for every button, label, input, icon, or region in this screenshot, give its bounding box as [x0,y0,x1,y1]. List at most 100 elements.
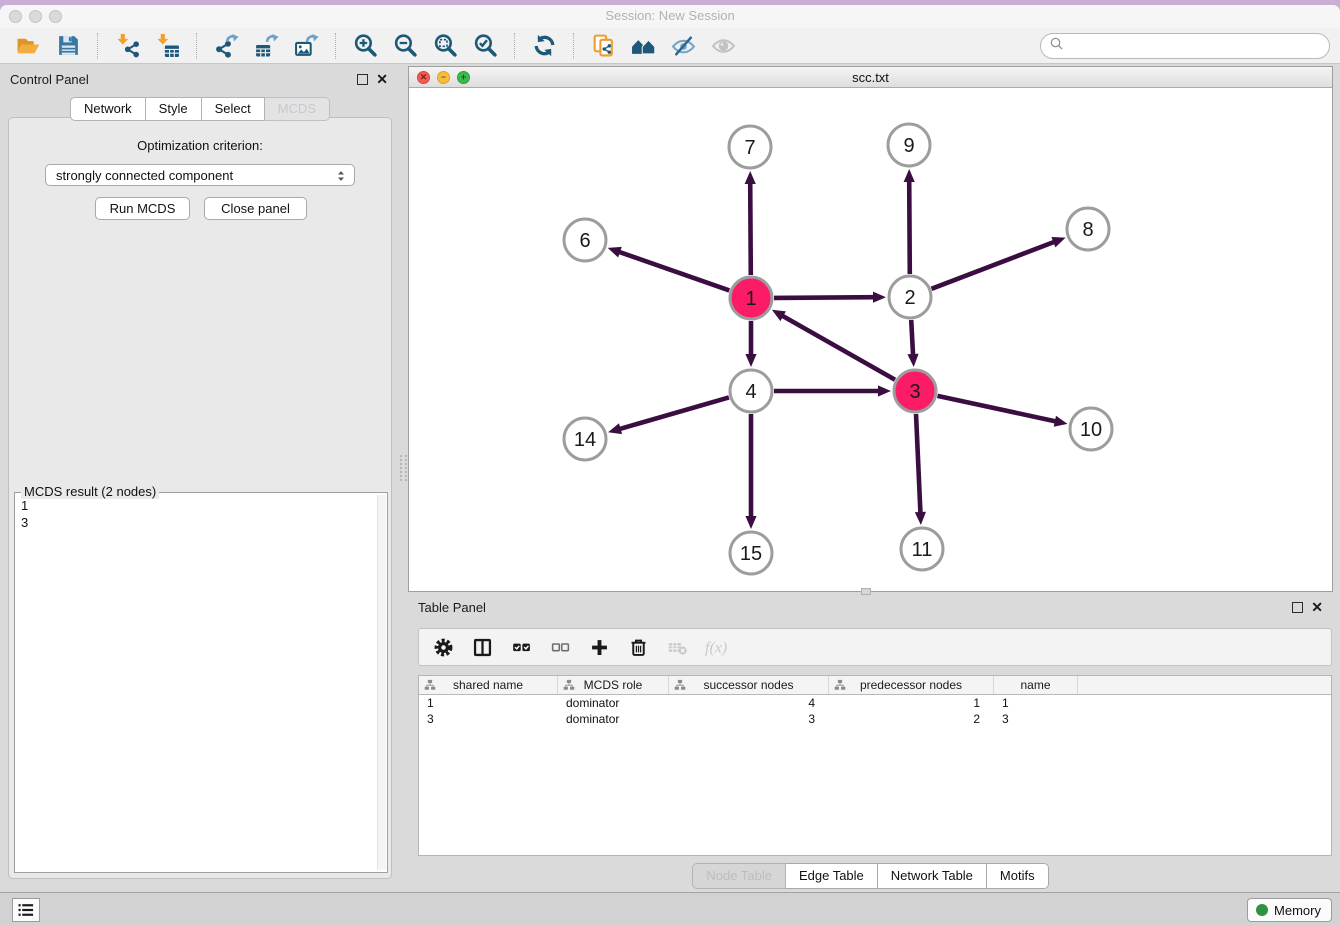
task-history-button[interactable] [12,898,40,922]
table-panel: Table Panel ✕ f(x) shared nameMCDS roles… [408,595,1333,888]
network-view-window: ✕ − + scc.txt 7968124314101511 [408,66,1333,592]
main-toolbar [0,28,1340,64]
run-mcds-button[interactable]: Run MCDS [95,197,190,220]
zoom-selected-icon[interactable] [465,30,505,62]
cell-MCDS-role[interactable]: dominator [558,711,669,727]
close-panel-button[interactable]: Close panel [204,197,307,220]
optimization-criterion-select[interactable]: strongly connected component [45,164,355,186]
mcds-result-box: MCDS result (2 nodes) 1 3 [14,492,388,873]
app-window: Session: New Session Control Panel ✕ Net… [0,5,1340,926]
column-header-name[interactable]: name [994,676,1078,694]
tab-select[interactable]: Select [202,97,265,121]
edge-2-3[interactable] [911,320,913,356]
edge-2-9[interactable] [909,180,910,274]
edge-arrow-4-15 [745,516,756,529]
table-settings-icon[interactable] [431,634,455,660]
mcds-result-scrollbar[interactable] [377,495,386,870]
mcds-result-text[interactable]: 1 3 [17,497,375,870]
cell-name[interactable]: 3 [994,711,1078,727]
edge-arrow-3-10 [1054,416,1068,427]
table-row[interactable]: 1dominator411 [419,695,1331,711]
cell-MCDS-role[interactable]: dominator [558,695,669,711]
edge-arrow-1-4 [745,354,756,367]
edge-arrow-2-9 [904,169,915,182]
open-session-icon[interactable] [8,30,48,62]
node-label-15: 15 [740,543,762,565]
column-header-predecessor-nodes[interactable]: predecessor nodes [829,676,994,694]
tab-network-table[interactable]: Network Table [878,863,987,889]
edge-3-11[interactable] [916,414,921,514]
search-input[interactable] [1066,36,1329,56]
export-network-icon[interactable] [206,30,246,62]
unselect-all-columns-icon[interactable] [548,634,572,660]
column-header-MCDS-role[interactable]: MCDS role [558,676,669,694]
node-label-11: 11 [912,539,933,561]
select-all-columns-icon[interactable] [509,634,533,660]
tab-edge-table[interactable]: Edge Table [786,863,878,889]
import-network-icon[interactable] [107,30,147,62]
toolbar-separator [335,33,336,59]
table-toolbar: f(x) [418,628,1332,666]
node-label-2: 2 [904,287,915,309]
splitter-handle[interactable] [861,588,871,595]
column-type-icon [424,679,436,694]
memory-button[interactable]: Memory [1247,898,1332,922]
ndex-network-icon[interactable] [583,30,623,62]
tab-network[interactable]: Network [70,97,146,121]
edge-3-1[interactable] [781,315,895,379]
export-image-icon[interactable] [286,30,326,62]
window-title: Session: New Session [0,8,1340,23]
cell-successor-nodes[interactable]: 4 [669,695,829,711]
export-table-icon[interactable] [246,30,286,62]
table-panel-title: Table Panel [418,600,486,615]
cell-name[interactable]: 1 [994,695,1078,711]
save-session-icon[interactable] [48,30,88,62]
edge-4-14[interactable] [619,397,729,429]
edge-1-2[interactable] [774,297,875,298]
float-table-panel-icon[interactable] [1292,602,1303,613]
column-header-shared-name[interactable]: shared name [419,676,558,694]
delete-column-icon[interactable] [626,634,650,660]
zoom-fit-icon[interactable] [425,30,465,62]
edge-2-8[interactable] [932,242,1056,289]
hide-selected-icon[interactable] [663,30,703,62]
cell-successor-nodes[interactable]: 3 [669,711,829,727]
show-columns-icon[interactable] [470,634,494,660]
control-panel: Control Panel ✕ NetworkStyleSelectMCDS O… [0,66,400,888]
column-type-icon [563,679,575,694]
tab-mcds[interactable]: MCDS [265,97,330,121]
close-panel-icon[interactable]: ✕ [376,74,388,85]
vertical-splitter-handle[interactable] [400,455,407,481]
search-box [1040,33,1330,59]
tab-style[interactable]: Style [146,97,202,121]
zoom-in-icon[interactable] [345,30,385,62]
edge-1-6[interactable] [618,252,729,291]
network-canvas[interactable]: 7968124314101511 [409,89,1332,591]
node-label-6: 6 [579,230,590,252]
tab-node-table[interactable]: Node Table [692,863,786,889]
tab-motifs[interactable]: Motifs [987,863,1049,889]
cell-shared-name[interactable]: 3 [419,711,558,727]
node-label-4: 4 [745,381,756,403]
edge-3-10[interactable] [938,396,1057,422]
cell-predecessor-nodes[interactable]: 2 [829,711,994,727]
edge-1-7[interactable] [750,182,751,275]
column-header-successor-nodes[interactable]: successor nodes [669,676,829,694]
ndex-home-icon[interactable] [623,30,663,62]
optimization-criterion-label: Optimization criterion: [9,138,391,153]
import-table-icon[interactable] [147,30,187,62]
cell-predecessor-nodes[interactable]: 1 [829,695,994,711]
toolbar-separator [573,33,574,59]
edge-arrow-2-3 [907,354,918,367]
apply-layout-icon[interactable] [524,30,564,62]
create-column-icon[interactable] [587,634,611,660]
table-header-row: shared nameMCDS rolesuccessor nodesprede… [419,676,1331,695]
mcds-tab-content: Optimization criterion: strongly connect… [8,117,392,879]
zoom-out-icon[interactable] [385,30,425,62]
search-icon [1048,35,1066,58]
close-table-panel-icon[interactable]: ✕ [1311,602,1323,613]
float-panel-icon[interactable] [357,74,368,85]
table-row[interactable]: 3dominator323 [419,711,1331,727]
cell-shared-name[interactable]: 1 [419,695,558,711]
control-panel-title: Control Panel [10,72,89,87]
